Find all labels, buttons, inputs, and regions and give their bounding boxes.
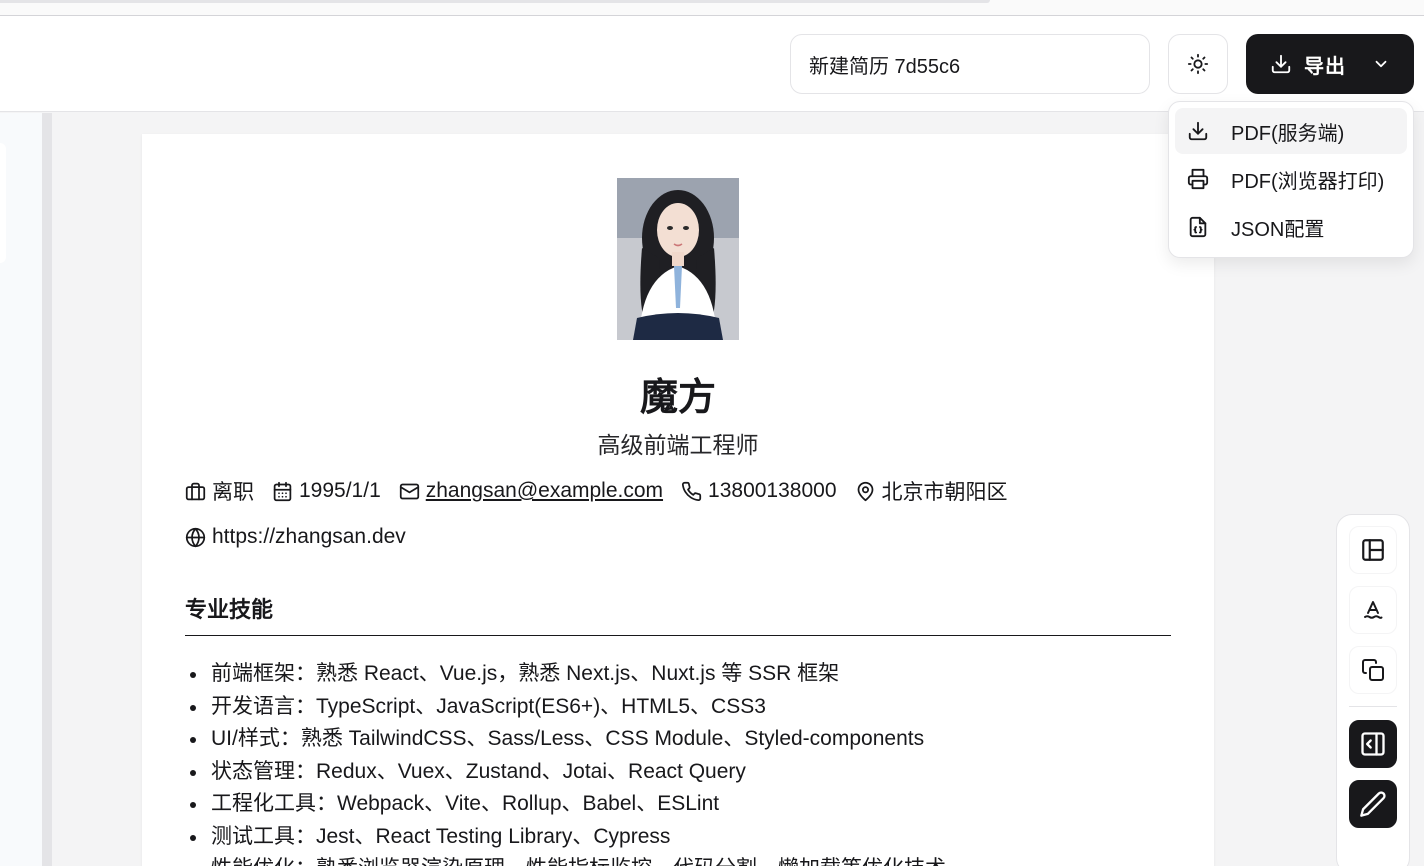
copy-icon (1362, 659, 1384, 681)
list-item: 前端框架：熟悉 React、Vue.js，熟悉 Next.js、Nuxt.js … (185, 658, 1171, 691)
download-icon (1188, 121, 1208, 141)
info-birthday-text: 1995/1/1 (299, 479, 381, 502)
skills-section-title: 专业技能 (185, 597, 274, 622)
font-style-button[interactable] (1349, 586, 1397, 634)
map-pin-icon (857, 481, 873, 501)
section-divider (185, 635, 1171, 636)
window-top-strip (0, 0, 1424, 16)
list-item: 性能优化：熟悉浏览器渲染原理、性能指标监控、代码分割、懒加载等优化技术 (185, 853, 1171, 866)
resume-name: 魔方 (639, 377, 716, 419)
list-item: 工程化工具：Webpack、Vite、Rollup、Babel、ESLint (185, 788, 1171, 821)
export-button-label: 导出 (1304, 55, 1346, 78)
info-phone-text: 13800138000 (708, 479, 837, 502)
list-item: UI/样式：熟悉 TailwindCSS、Sass/Less、CSS Modul… (185, 723, 1171, 756)
download-icon (1271, 54, 1291, 74)
list-item: 测试工具：Jest、React Testing Library、Cypress (185, 821, 1171, 854)
toolbar-separator (1349, 706, 1397, 707)
list-item: 开发语言：TypeScript、JavaScript(ES6+)、HTML5、C… (185, 691, 1171, 724)
info-location-text: 北京市朝阳区 (881, 481, 1008, 504)
info-birthday: 1995/1/1 (272, 479, 381, 503)
menu-item-label: PDF(服务端) (1231, 122, 1345, 145)
printer-icon (1187, 168, 1209, 190)
info-status: 离职 (185, 476, 254, 506)
menu-item-label: JSON配置 (1231, 218, 1325, 241)
toggle-sidebar-icon (1361, 732, 1385, 756)
info-status-text: 离职 (212, 481, 254, 504)
info-row-secondary: https://zhangsan.dev (185, 525, 424, 549)
theme-toggle-button[interactable] (1168, 34, 1228, 94)
info-website-text: https://zhangsan.dev (212, 525, 406, 548)
info-location: 北京市朝阳区 (855, 476, 1008, 506)
menu-item-json[interactable]: JSON配置 (1175, 204, 1407, 250)
phone-icon (681, 481, 702, 501)
menu-item-label: PDF(浏览器打印) (1231, 170, 1385, 193)
mail-icon (399, 483, 419, 499)
resume-job-title: 高级前端工程师 (597, 432, 759, 458)
menu-item-pdf-server[interactable]: PDF(服务端) (1175, 108, 1407, 154)
top-scrollbar (0, 0, 990, 3)
right-toolbar (1336, 514, 1410, 866)
editor-header: 导出 (0, 16, 1424, 112)
info-phone: 13800138000 (681, 479, 837, 503)
info-website: https://zhangsan.dev (185, 525, 406, 549)
calendar-icon (273, 481, 292, 501)
font-style-icon (1364, 601, 1383, 619)
globe-icon (185, 527, 206, 547)
resume-paper: 魔方 高级前端工程师 离职 1995/1/1 zhangsan@example.… (142, 134, 1214, 866)
file-json-icon (1189, 216, 1207, 238)
briefcase-icon (185, 482, 206, 500)
resume-title-input[interactable] (790, 34, 1150, 94)
edit-pen-icon (1360, 791, 1386, 817)
layout-panel-icon (1362, 539, 1384, 561)
export-dropdown-menu: PDF(服务端) PDF(浏览器打印) JSON配置 (1168, 101, 1414, 258)
layout-panel-button[interactable] (1349, 526, 1397, 574)
profile-photo (617, 178, 739, 340)
toggle-sidebar-button[interactable] (1349, 720, 1397, 768)
panel-resize-handle[interactable] (42, 113, 52, 866)
left-panel (0, 113, 42, 866)
chevron-down-icon (1372, 55, 1390, 73)
email-link[interactable]: zhangsan@example.com (426, 479, 663, 503)
list-item: 状态管理：Redux、Vuex、Zustand、Jotai、React Quer… (185, 756, 1171, 789)
export-button[interactable]: 导出 (1246, 34, 1414, 94)
info-email: zhangsan@example.com (399, 479, 663, 503)
info-row-primary: 离职 1995/1/1 zhangsan@example.com 1380013… (185, 476, 1026, 506)
skills-list: 前端框架：熟悉 React、Vue.js，熟悉 Next.js、Nuxt.js … (185, 658, 1171, 866)
menu-item-pdf-print[interactable]: PDF(浏览器打印) (1175, 156, 1407, 202)
edit-button[interactable] (1349, 780, 1397, 828)
left-panel-edge (0, 143, 6, 263)
sun-icon (1187, 53, 1209, 75)
copy-button[interactable] (1349, 646, 1397, 694)
